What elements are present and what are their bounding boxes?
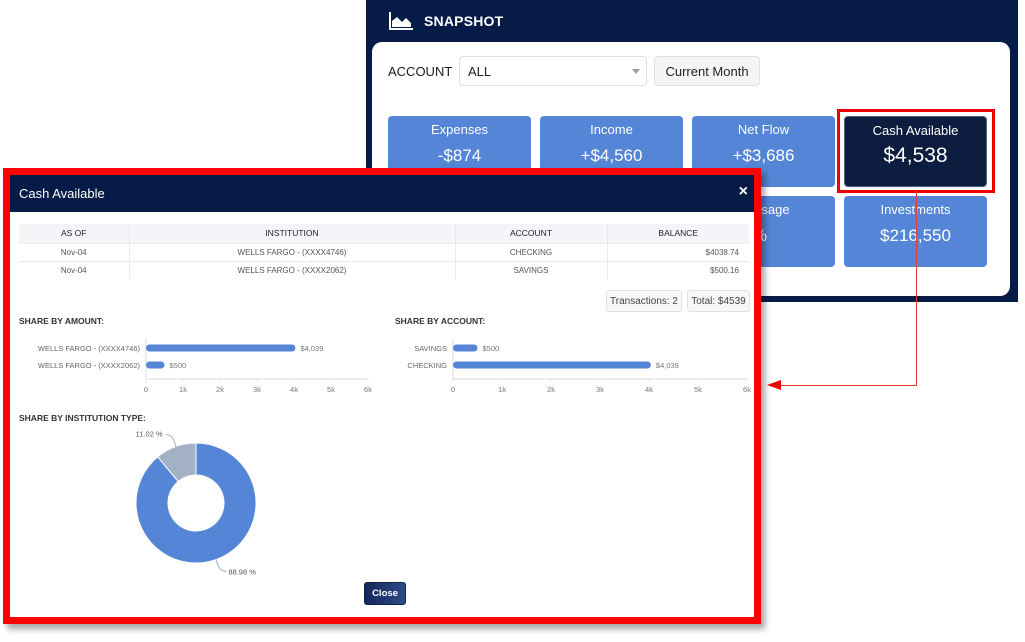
current-month-button[interactable]: Current Month <box>654 56 760 86</box>
cell-balance: $4038.74 <box>607 242 749 261</box>
amount-bar <box>146 344 296 352</box>
stat-value: +$4,560 <box>580 146 643 165</box>
cell-account: SAVINGS <box>455 260 608 279</box>
share-by-institution-type-title: SHARE BY INSTITUTION TYPE: <box>19 413 146 423</box>
donut-label: 11.02 % <box>136 430 163 439</box>
amount-category-label: WELLS FARGO - (XXXX4746) <box>38 344 141 353</box>
col-header-account[interactable]: ACCOUNT <box>455 224 608 243</box>
share-by-account-chart: 0 1k 2k 3k 4k 5k 6k SAVINGS $500 CHECKING $4,039 <box>407 338 751 394</box>
donut-label: 88.98 % <box>228 567 256 576</box>
table-row: Nov-04 WELLS FARGO - (XXXX2062) SAVINGS … <box>19 260 749 279</box>
amount-value-label: $4,039 <box>300 344 323 353</box>
chevron-down-icon <box>632 69 640 74</box>
amount-category-label: WELLS FARGO - (XXXX2062) <box>38 361 141 370</box>
amount-x-tick-label: 0 <box>144 385 148 394</box>
account-category-label: CHECKING <box>407 361 447 370</box>
col-header-institution[interactable]: INSTITUTION <box>129 224 456 243</box>
share-by-institution-type-chart: 88.98 % 11.02 % <box>135 430 257 576</box>
snapshot-header: SNAPSHOT <box>388 8 503 34</box>
amount-x-tick-label: 6k <box>364 385 372 394</box>
account-x-tick-label: 0 <box>451 385 455 394</box>
balances-table: AS OF INSTITUTION ACCOUNT BALANCE Nov-04… <box>19 224 749 279</box>
account-x-tick-label: 2k <box>547 385 555 394</box>
amount-x-tick-label: 2k <box>216 385 224 394</box>
area-chart-icon <box>389 12 413 30</box>
account-label: ACCOUNT <box>388 64 453 79</box>
account-bar <box>453 361 651 369</box>
col-header-as-of[interactable]: AS OF <box>19 224 130 243</box>
highlight-box <box>837 109 995 193</box>
stat-label: Net Flow <box>737 122 790 137</box>
callout-arrowhead-icon <box>767 380 781 390</box>
donut-leader-line <box>215 559 227 572</box>
cell-balance: $500.16 <box>607 260 749 279</box>
account-x-tick-label: 1k <box>498 385 506 394</box>
account-x-tick-label: 3k <box>596 385 604 394</box>
cell-account: CHECKING <box>455 242 608 261</box>
account-x-tick-label: 6k <box>743 385 751 394</box>
cash-available-modal: Cash Available × AS OF INSTITUTION ACCOU… <box>3 168 761 624</box>
callout-line-horizontal <box>776 385 917 386</box>
amount-x-tick-label: 1k <box>179 385 187 394</box>
donut-leader-line <box>165 434 177 447</box>
amount-x-tick-label: 4k <box>290 385 298 394</box>
table-row: Nov-04 WELLS FARGO - (XXXX4746) CHECKING… <box>19 242 749 261</box>
account-select[interactable]: ALL <box>459 56 647 86</box>
cell-institution: WELLS FARGO - (XXXX4746) <box>129 242 456 261</box>
cell-institution: WELLS FARGO - (XXXX2062) <box>129 260 456 279</box>
account-select-value: ALL <box>468 64 492 79</box>
table-header-row: AS OF INSTITUTION ACCOUNT BALANCE <box>19 224 749 243</box>
account-value-label: $4,039 <box>656 361 679 370</box>
stat-label: Expenses <box>430 122 489 137</box>
cell-as-of: Nov-04 <box>19 260 130 279</box>
account-category-label: SAVINGS <box>414 344 447 353</box>
account-bar <box>453 344 478 352</box>
stat-label: Income <box>590 122 633 137</box>
callout-line-vertical <box>916 190 917 386</box>
amount-value-label: $500 <box>170 361 187 370</box>
stat-value: +$3,686 <box>732 146 795 165</box>
close-icon[interactable]: × <box>739 183 748 201</box>
modal-title: Cash Available <box>19 186 105 201</box>
snapshot-title: SNAPSHOT <box>424 13 504 29</box>
total-badge: Total: $4539 <box>687 290 750 312</box>
stat-value: -$874 <box>437 146 482 165</box>
col-header-balance[interactable]: BALANCE <box>607 224 749 243</box>
account-x-tick-label: 5k <box>694 385 702 394</box>
share-by-amount-chart: 0 1k 2k 3k 4k 5k 6k WELLS FARGO - (XXXX4746) $4,… <box>38 338 372 394</box>
cell-as-of: Nov-04 <box>19 242 130 261</box>
amount-x-tick-label: 3k <box>253 385 261 394</box>
account-value-label: $500 <box>483 344 500 353</box>
amount-bar <box>146 361 165 369</box>
amount-x-tick-label: 5k <box>327 385 335 394</box>
close-button[interactable]: Close <box>364 582 406 605</box>
modal-header: Cash Available × <box>10 175 754 212</box>
transactions-count-badge: Transactions: 2 <box>606 290 682 312</box>
account-x-tick-label: 4k <box>645 385 653 394</box>
